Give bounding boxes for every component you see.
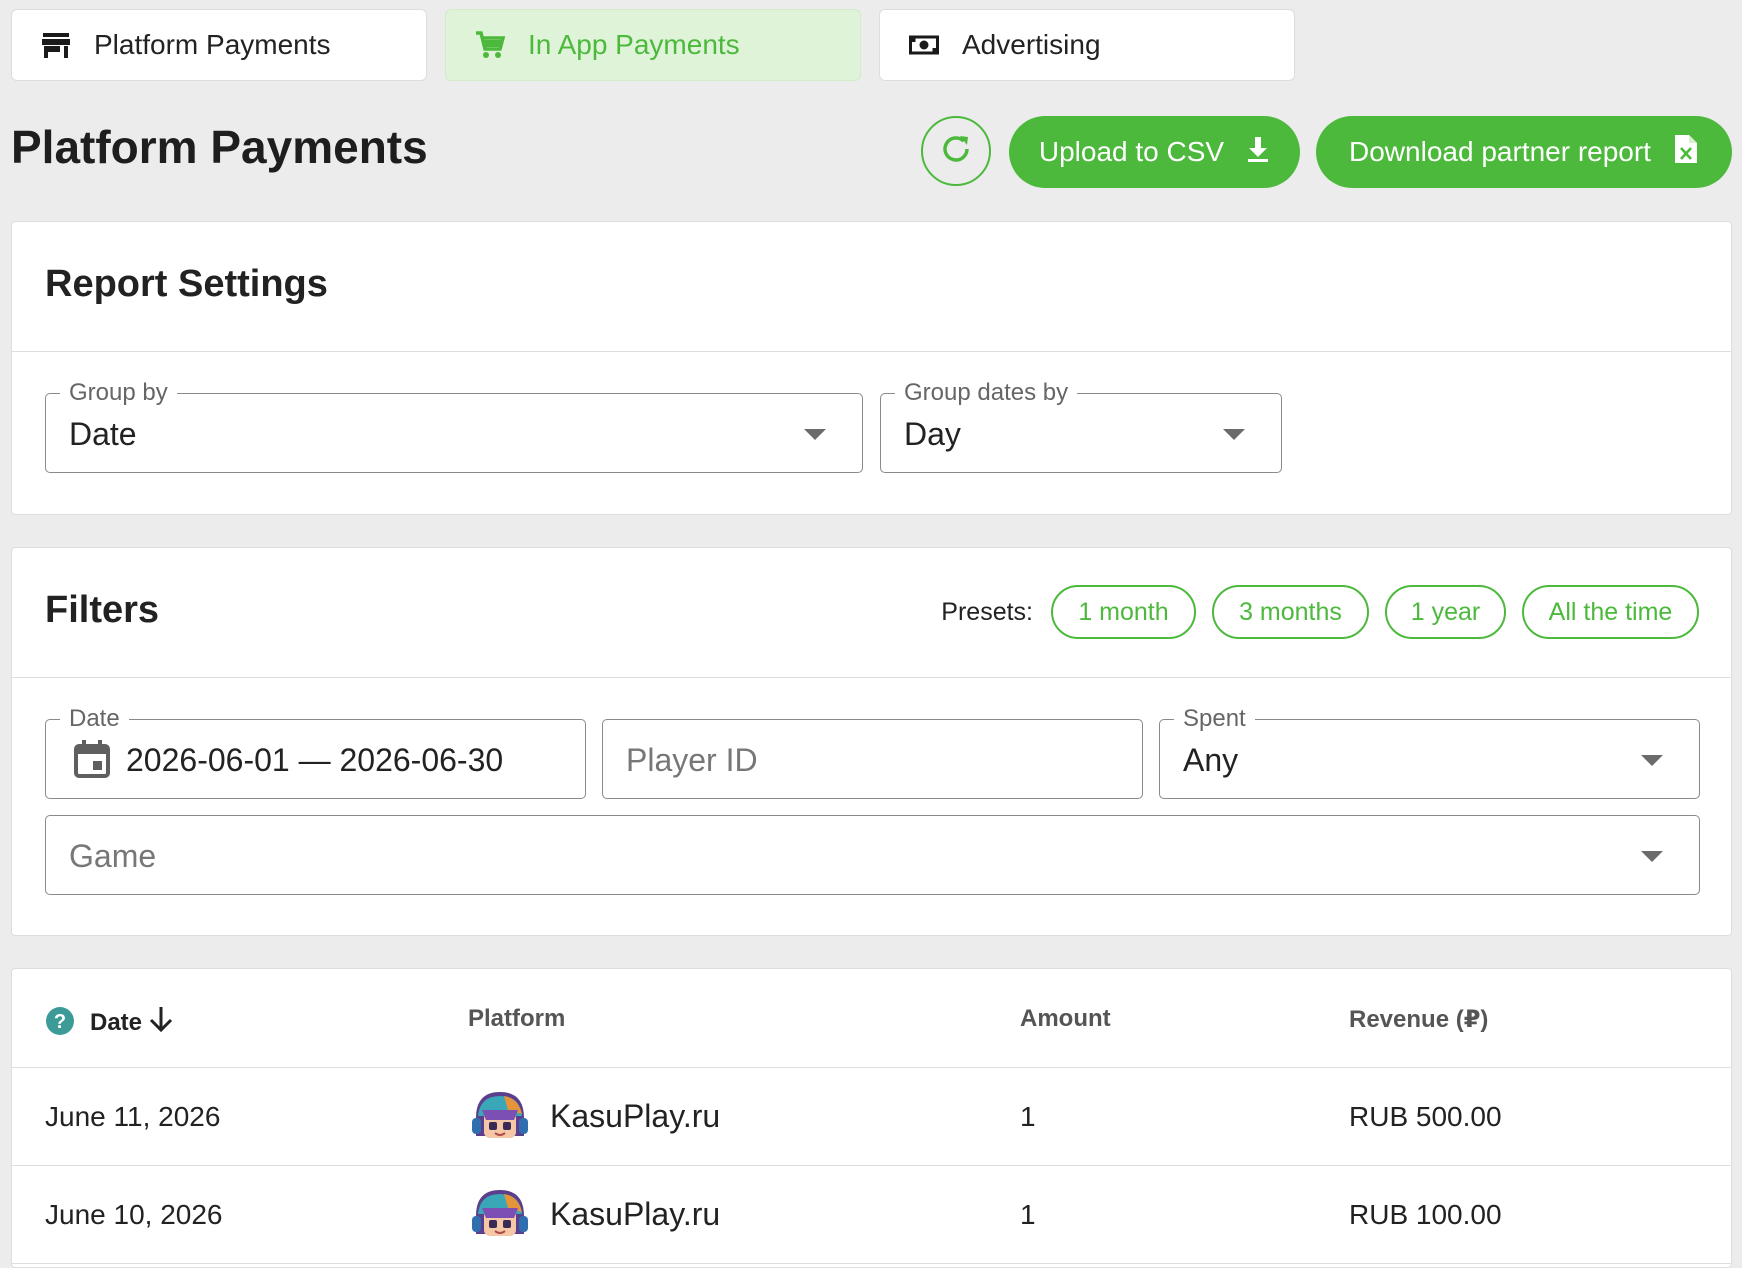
download-icon bbox=[1246, 135, 1270, 170]
tab-in-app-payments[interactable]: In App Payments bbox=[445, 9, 861, 81]
upload-label: Upload to CSV bbox=[1038, 136, 1225, 167]
cell-date: June 11, 2026 bbox=[45, 1101, 221, 1132]
field-label: Date bbox=[60, 706, 129, 732]
card-header: Report Settings bbox=[12, 222, 1731, 352]
cell-platform: KasuPlay.ru bbox=[468, 1088, 720, 1144]
download-label: Download partner report bbox=[1349, 136, 1651, 167]
column-header-amount[interactable]: Amount bbox=[1020, 1005, 1111, 1033]
platform-name: KasuPlay.ru bbox=[550, 1195, 721, 1232]
card-header: Filters Presets: 1 month 3 months 1 year… bbox=[12, 548, 1731, 678]
tab-label: In App Payments bbox=[528, 29, 740, 60]
group-dates-by-select[interactable]: Group dates by Day bbox=[880, 380, 1282, 473]
date-range-field[interactable]: Date 2026-06-01 — 2026-06-30 bbox=[45, 706, 586, 799]
chevron-down-icon bbox=[804, 429, 826, 440]
spent-select[interactable]: Spent Any bbox=[1159, 706, 1700, 799]
download-partner-report-button[interactable]: Download partner report bbox=[1316, 116, 1732, 188]
field-label: Group dates by bbox=[895, 380, 1078, 406]
column-header-revenue[interactable]: Revenue (₽) bbox=[1349, 1005, 1488, 1034]
preset-3-months[interactable]: 3 months bbox=[1212, 585, 1369, 639]
page-title: Platform Payments bbox=[11, 121, 428, 173]
column-label: Date bbox=[90, 1008, 143, 1036]
cell-amount: 1 bbox=[1020, 1101, 1036, 1132]
tab-label: Platform Payments bbox=[94, 29, 331, 60]
cell-platform: KasuPlay.ru bbox=[468, 1186, 720, 1242]
cell-amount: 1 bbox=[1020, 1199, 1036, 1230]
table-header: ? Date Platform Amount Revenue (₽) bbox=[12, 969, 1731, 1068]
field-label: Group by bbox=[60, 380, 177, 406]
chevron-down-icon bbox=[1641, 851, 1663, 862]
chevron-down-icon bbox=[1641, 755, 1663, 766]
preset-all-time[interactable]: All the time bbox=[1522, 585, 1699, 639]
platform-avatar bbox=[472, 1092, 528, 1138]
preset-1-month[interactable]: 1 month bbox=[1051, 585, 1196, 639]
presets-label: Presets: bbox=[941, 597, 1033, 626]
game-select[interactable]: Game bbox=[45, 815, 1700, 895]
help-icon[interactable]: ? bbox=[45, 1006, 75, 1043]
tab-advertising[interactable]: Advertising bbox=[879, 9, 1295, 81]
excel-file-icon bbox=[1673, 133, 1699, 172]
cash-icon bbox=[908, 29, 940, 61]
group-by-select[interactable]: Group by Date bbox=[45, 380, 863, 473]
field-value: Date bbox=[69, 416, 137, 452]
cell-date: June 10, 2026 bbox=[45, 1199, 223, 1230]
field-placeholder: Player ID bbox=[626, 742, 758, 778]
tab-platform-payments[interactable]: Platform Payments bbox=[11, 9, 427, 81]
cell-revenue: RUB 500.00 bbox=[1349, 1101, 1502, 1132]
svg-text:?: ? bbox=[54, 1011, 66, 1033]
chevron-down-icon bbox=[1223, 429, 1245, 440]
cell-revenue: RUB 100.00 bbox=[1349, 1199, 1502, 1230]
player-id-input[interactable]: Player ID bbox=[602, 719, 1143, 799]
report-settings-card: Report Settings Group by Date Group date… bbox=[11, 221, 1732, 515]
table-row[interactable]: June 10, 2026 KasuPlay.ru 1 RUB 100.00 bbox=[12, 1166, 1731, 1264]
payments-table: ? Date Platform Amount Revenue (₽) June … bbox=[11, 968, 1732, 1268]
tab-bar: Platform Payments In App Payments Advert… bbox=[11, 9, 1295, 81]
presets-group: Presets: 1 month 3 months 1 year All the… bbox=[941, 585, 1699, 639]
cart-icon bbox=[474, 29, 506, 61]
calendar-icon bbox=[73, 739, 111, 784]
upload-csv-button[interactable]: Upload to CSV bbox=[1009, 116, 1300, 188]
arrow-down-icon bbox=[148, 1005, 174, 1040]
field-value: Day bbox=[904, 416, 961, 452]
filters-title: Filters bbox=[45, 589, 160, 631]
filters-card: Filters Presets: 1 month 3 months 1 year… bbox=[11, 547, 1732, 936]
table-row[interactable]: June 11, 2026 KasuPlay.ru 1 RUB 500.00 bbox=[12, 1068, 1731, 1166]
field-placeholder: Game bbox=[69, 838, 157, 874]
store-icon bbox=[40, 29, 72, 61]
preset-1-year[interactable]: 1 year bbox=[1385, 585, 1506, 639]
platform-avatar bbox=[472, 1190, 528, 1236]
platform-name: KasuPlay.ru bbox=[550, 1097, 721, 1134]
report-settings-title: Report Settings bbox=[45, 263, 328, 305]
field-value: Any bbox=[1183, 742, 1239, 778]
field-value: 2026-06-01 — 2026-06-30 bbox=[126, 742, 504, 778]
column-header-date[interactable]: Date bbox=[90, 1005, 174, 1040]
field-label: Spent bbox=[1174, 706, 1255, 732]
refresh-button[interactable] bbox=[921, 116, 991, 186]
tab-label: Advertising bbox=[962, 29, 1101, 60]
refresh-icon bbox=[938, 131, 974, 172]
column-header-platform[interactable]: Platform bbox=[468, 1005, 565, 1033]
